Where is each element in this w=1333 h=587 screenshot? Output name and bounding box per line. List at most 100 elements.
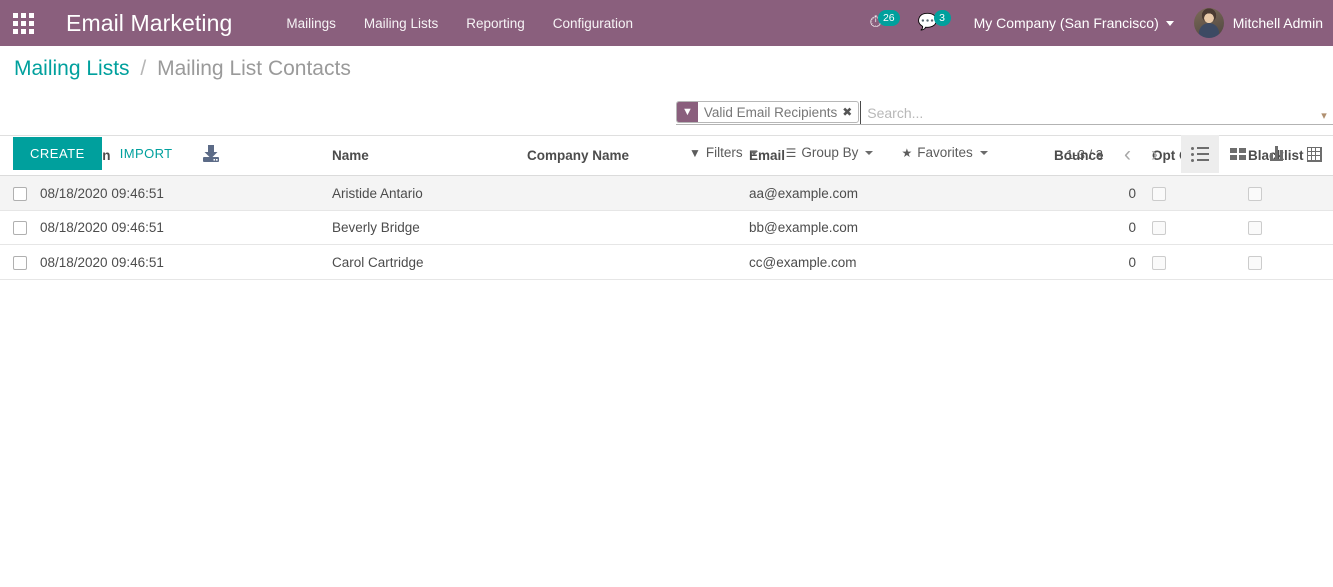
apps-menu-button[interactable] (0, 0, 46, 46)
table-row[interactable]: 08/18/2020 09:46:51 Carol Cartridge cc@e… (0, 244, 1333, 280)
row-checkbox[interactable] (13, 186, 27, 201)
blacklist-checkbox[interactable] (1248, 255, 1262, 270)
view-button-pivot[interactable] (1295, 135, 1333, 173)
cell-email: cc@example.com (749, 244, 1054, 280)
cell-bounce: 0 (1054, 210, 1146, 246)
view-switcher (1181, 135, 1333, 173)
chevron-down-icon (865, 150, 874, 155)
favorites-label: Favorites (917, 145, 973, 160)
cell-company-name (527, 210, 749, 246)
cell-email: bb@example.com (749, 210, 1054, 246)
favorites-dropdown[interactable]: ★ Favorites (900, 142, 988, 163)
cell-blacklist (1242, 175, 1333, 211)
opt-out-checkbox[interactable] (1152, 186, 1166, 201)
opt-out-checkbox[interactable] (1152, 221, 1166, 236)
control-panel-right: 1-3 / 3 ‹ › (1066, 135, 1333, 173)
main-menu: Mailings Mailing Lists Reporting Configu… (272, 10, 647, 37)
row-checkbox[interactable] (13, 221, 27, 236)
row-checkbox[interactable] (13, 255, 27, 270)
breadcrumb-separator: / (140, 57, 147, 80)
search-caret-icon[interactable]: ▾ (1315, 101, 1333, 124)
view-button-graph[interactable] (1257, 135, 1295, 173)
cell-name: Aristide Antario (332, 175, 527, 211)
control-panel-buttons: CREATE IMPORT (13, 137, 232, 170)
cell-blacklist (1242, 210, 1333, 246)
blacklist-checkbox[interactable] (1248, 186, 1262, 201)
table-row[interactable]: 08/18/2020 09:46:51 Aristide Antario aa@… (0, 175, 1333, 211)
filter-funnel-icon: ▼ (689, 145, 701, 160)
filter-funnel-icon: ▼ (677, 102, 698, 122)
cell-opt-out (1146, 210, 1242, 246)
chevron-down-icon (979, 150, 988, 155)
menu-item-mailing-lists[interactable]: Mailing Lists (350, 10, 452, 37)
top-navbar: Email Marketing Mailings Mailing Lists R… (0, 0, 1333, 46)
breadcrumb: Mailing Lists / Mailing List Contacts (14, 56, 351, 81)
create-button[interactable]: CREATE (13, 137, 102, 170)
view-button-list[interactable] (1181, 135, 1219, 173)
column-header-name[interactable]: Name (332, 136, 527, 177)
opt-out-checkbox[interactable] (1152, 255, 1166, 270)
menu-item-mailings[interactable]: Mailings (272, 10, 350, 37)
cell-blacklist (1242, 244, 1333, 280)
app-brand-title: Email Marketing (66, 9, 233, 36)
group-by-dropdown[interactable]: ☰ Group By (785, 142, 875, 163)
search-dropdown-bar: ▼ Filters ☰ Group By ★ Favorites (688, 142, 989, 163)
group-by-lines-icon: ☰ (785, 145, 797, 160)
chevron-down-icon (749, 150, 758, 155)
kanban-view-icon (1229, 147, 1247, 161)
pivot-view-icon (1306, 146, 1322, 162)
pager-previous-button[interactable]: ‹ (1115, 142, 1140, 167)
empty-content-area (0, 279, 1333, 580)
cell-created-on: 08/18/2020 09:46:51 (40, 175, 332, 211)
cell-opt-out (1146, 175, 1242, 211)
search-input[interactable] (860, 101, 1315, 124)
pager-value[interactable]: 1-3 / 3 (1066, 147, 1103, 162)
cell-created-on: 08/18/2020 09:46:51 (40, 244, 332, 280)
table-row[interactable]: 08/18/2020 09:46:51 Beverly Bridge bb@ex… (0, 210, 1333, 246)
user-menu-button[interactable]: Mitchell Admin (1180, 0, 1333, 46)
cell-email: aa@example.com (749, 175, 1054, 211)
cell-name: Carol Cartridge (332, 244, 527, 280)
cell-company-name (527, 175, 749, 211)
cell-bounce: 0 (1054, 244, 1146, 280)
row-select-cell (0, 175, 40, 211)
activity-counter: 26 (877, 9, 900, 27)
menu-item-reporting[interactable]: Reporting (452, 10, 539, 37)
blacklist-checkbox[interactable] (1248, 221, 1262, 236)
avatar (1193, 8, 1224, 38)
graph-view-icon (1269, 146, 1283, 161)
page-title: Mailing List Contacts (157, 57, 351, 80)
search-facet-label: Valid Email Recipients (703, 104, 838, 120)
breadcrumb-parent-link[interactable]: Mailing Lists (14, 57, 130, 80)
close-x-icon[interactable]: ✖ (842, 102, 858, 122)
apps-grid-icon (12, 12, 34, 34)
list-view-icon (1191, 146, 1209, 162)
filters-dropdown[interactable]: ▼ Filters (688, 142, 759, 163)
cell-bounce: 0 (1054, 175, 1146, 211)
export-button[interactable] (190, 138, 232, 170)
cell-name: Beverly Bridge (332, 210, 527, 246)
messaging-menu-button[interactable]: 💬 3 (909, 0, 960, 46)
cell-company-name (527, 244, 749, 280)
download-icon (203, 144, 220, 162)
control-panel: Mailing Lists / Mailing List Contacts CR… (0, 46, 1333, 173)
chevron-down-icon (1165, 20, 1174, 26)
cell-opt-out (1146, 244, 1242, 280)
group-by-label: Group By (801, 145, 859, 160)
row-select-cell (0, 244, 40, 280)
table-body: 08/18/2020 09:46:51 Aristide Antario aa@… (0, 175, 1333, 280)
systray: ⏱ 26 💬 3 My Company (San Francisco) Mitc… (860, 0, 1333, 46)
row-select-cell (0, 210, 40, 246)
view-button-kanban[interactable] (1219, 135, 1257, 173)
user-name: Mitchell Admin (1232, 15, 1323, 31)
company-name: My Company (San Francisco) (973, 15, 1159, 31)
search-facet-valid-email-recipients[interactable]: ▼ Valid Email Recipients ✖ (676, 101, 860, 123)
company-switcher[interactable]: My Company (San Francisco) (960, 0, 1180, 46)
menu-item-configuration[interactable]: Configuration (539, 10, 647, 37)
import-button[interactable]: IMPORT (102, 137, 191, 170)
pager: 1-3 / 3 ‹ › (1066, 142, 1167, 167)
pager-next-button[interactable]: › (1142, 142, 1167, 167)
activity-menu-button[interactable]: ⏱ 26 (860, 0, 908, 46)
search-view: ▼ Valid Email Recipients ✖ ▾ (676, 101, 1333, 125)
star-icon: ★ (901, 145, 913, 160)
